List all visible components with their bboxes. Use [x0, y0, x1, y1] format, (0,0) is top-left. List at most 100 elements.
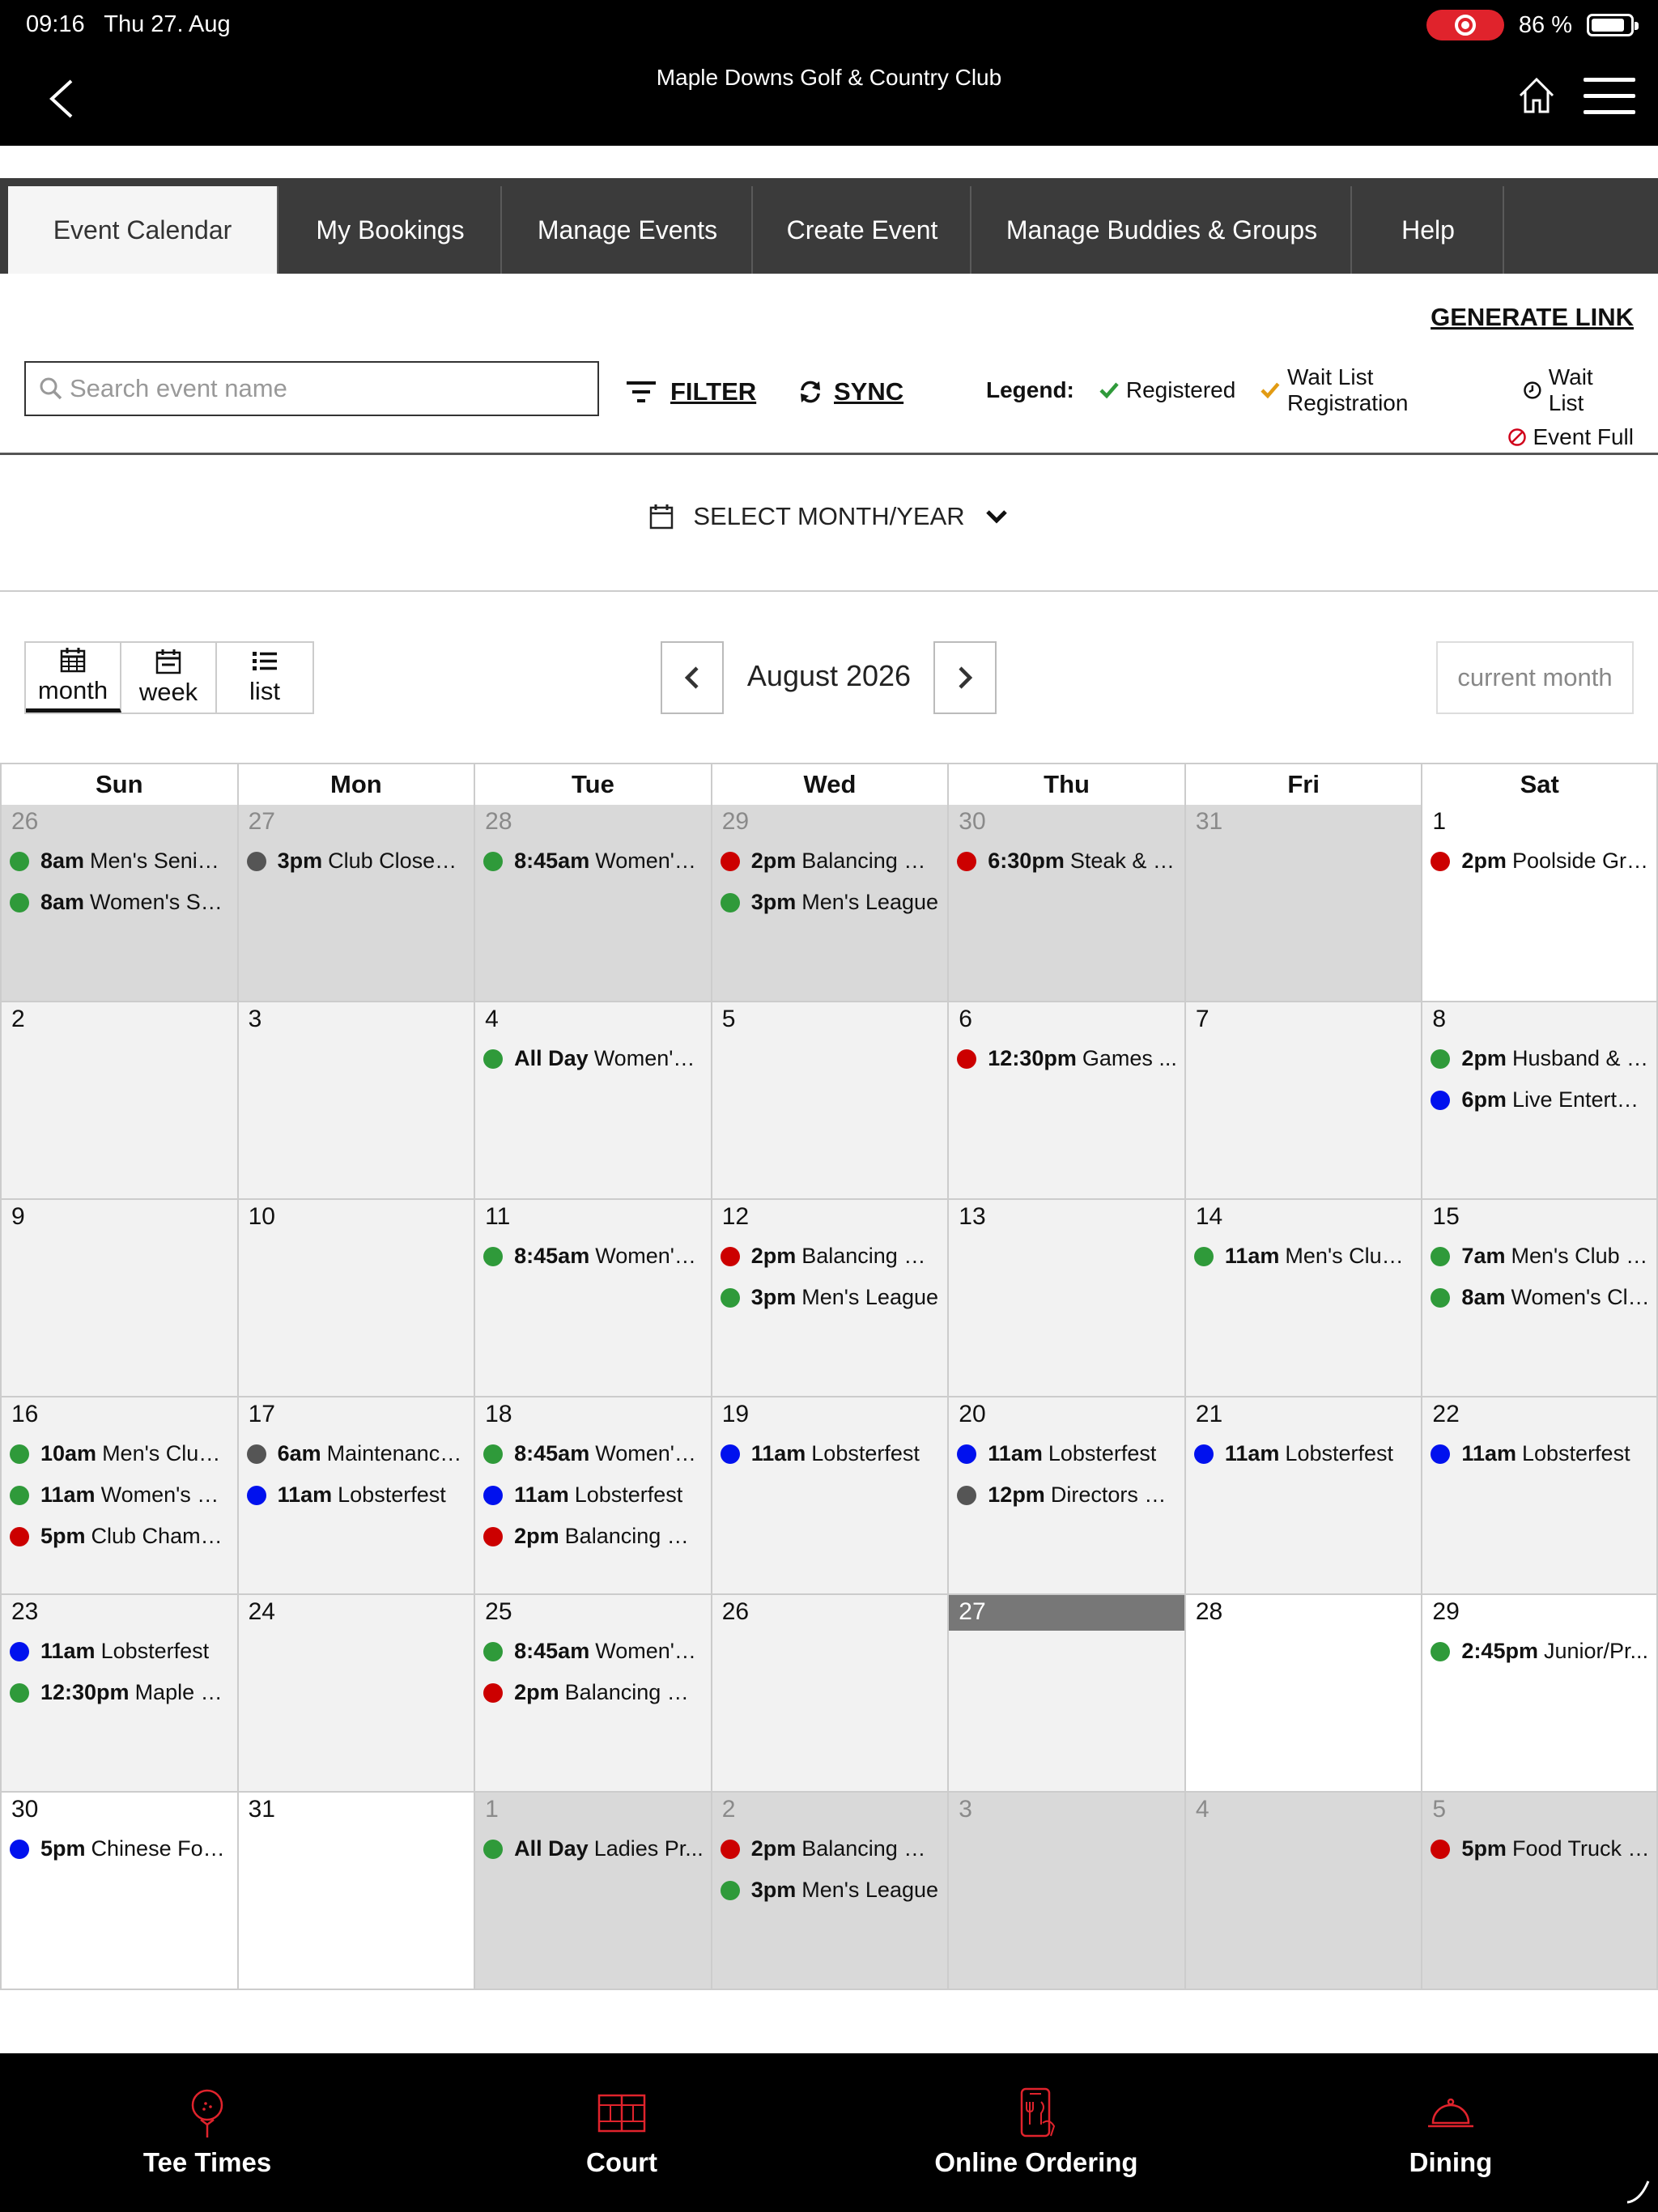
- nav-dining[interactable]: Dining: [1244, 2053, 1658, 2212]
- calendar-day-cell[interactable]: 30 5pm Chinese Food...: [0, 1793, 237, 1990]
- calendar-event[interactable]: 2pm Balancing Cl...: [712, 1828, 948, 1870]
- calendar-event[interactable]: 6am Maintenance ...: [239, 1433, 474, 1474]
- calendar-event[interactable]: 7am Men's Club C...: [1422, 1236, 1656, 1277]
- calendar-day-cell[interactable]: 7: [1184, 1002, 1422, 1200]
- calendar-day-cell[interactable]: 2: [0, 1002, 237, 1200]
- nav-court[interactable]: Court: [414, 2053, 829, 2212]
- week-view-button[interactable]: week: [121, 643, 217, 713]
- calendar-event[interactable]: 8am Women's Sen...: [2, 882, 237, 923]
- nav-online-ordering[interactable]: Online Ordering: [829, 2053, 1244, 2212]
- calendar-day-cell[interactable]: 19 11am Lobsterfest: [710, 1397, 948, 1595]
- calendar-day-cell[interactable]: 2 2pm Balancing Cl... 3pm Men's League: [710, 1793, 948, 1990]
- current-month-button[interactable]: current month: [1436, 641, 1634, 714]
- month-view-button[interactable]: month: [26, 643, 121, 713]
- calendar-day-cell[interactable]: 8 2pm Husband & W... 6pm Live Entertain...: [1421, 1002, 1658, 1200]
- calendar-day-cell[interactable]: 14 11am Men's Club ...: [1184, 1200, 1422, 1397]
- calendar-day-cell[interactable]: 31: [236, 1793, 474, 1990]
- calendar-event[interactable]: 11am Lobsterfest: [1422, 1433, 1656, 1474]
- calendar-day-cell[interactable]: 22 11am Lobsterfest: [1421, 1397, 1658, 1595]
- calendar-day-cell[interactable]: 12 2pm Balancing Cl... 3pm Men's League: [710, 1200, 948, 1397]
- calendar-day-cell[interactable]: 306:30pmSteak & Ci...: [947, 805, 1184, 1002]
- calendar-event[interactable]: 2pm Balancing Cl...: [712, 840, 948, 882]
- calendar-event[interactable]: 3pm Men's League: [712, 1277, 948, 1318]
- calendar-day-cell[interactable]: 21 11am Lobsterfest: [1184, 1397, 1422, 1595]
- sync-button[interactable]: SYNC: [798, 377, 903, 406]
- calendar-event[interactable]: 8:45am Women's ...: [475, 1236, 711, 1277]
- calendar-day-cell[interactable]: 25 8:45am Women's ... 2pm Balancing Cl...: [474, 1595, 711, 1793]
- calendar-day-cell[interactable]: 29 2pm Balancing Cl... 3pm Men's League: [710, 805, 948, 1002]
- calendar-day-cell[interactable]: 10: [236, 1200, 474, 1397]
- calendar-event[interactable]: 3pm Club Closed -...: [239, 840, 474, 882]
- calendar-event[interactable]: 8:45am Women's ...: [475, 840, 711, 882]
- hamburger-menu-icon[interactable]: [1584, 78, 1635, 117]
- tab-manage-events[interactable]: Manage Events: [504, 186, 753, 274]
- calendar-day-cell[interactable]: 4 All Day Women's ...: [474, 1002, 711, 1200]
- calendar-day-cell[interactable]: 23 11am Lobsterfest 12:30pm Maple C...: [0, 1595, 237, 1793]
- tab-my-bookings[interactable]: My Bookings: [280, 186, 502, 274]
- calendar-day-cell[interactable]: 9: [0, 1200, 237, 1397]
- calendar-event[interactable]: 11am Lobsterfest: [239, 1474, 474, 1516]
- calendar-day-cell[interactable]: 17 6am Maintenance ... 11am Lobsterfest: [236, 1397, 474, 1595]
- calendar-day-cell[interactable]: 1 All Day Ladies Pr...: [474, 1793, 711, 1990]
- tab-event-calendar[interactable]: Event Calendar: [8, 186, 278, 274]
- calendar-event[interactable]: 2pm Husband & W...: [1422, 1038, 1656, 1079]
- nav-tee-times[interactable]: Tee Times: [0, 2053, 414, 2212]
- calendar-event[interactable]: 8:45am Women's ...: [475, 1631, 711, 1672]
- calendar-day-cell[interactable]: 3: [236, 1002, 474, 1200]
- calendar-day-cell[interactable]: 11 8:45am Women's ...: [474, 1200, 711, 1397]
- calendar-event[interactable]: 12:30pm Maple C...: [2, 1672, 237, 1713]
- tab-create-event[interactable]: Create Event: [755, 186, 971, 274]
- calendar-event[interactable]: 10am Men's Club ...: [2, 1433, 237, 1474]
- resize-handle-icon[interactable]: [1621, 2175, 1653, 2207]
- calendar-day-cell[interactable]: 1 2pm Poolside Grill...: [1421, 805, 1658, 1002]
- select-month-year-dropdown[interactable]: SELECT MONTH/YEAR: [0, 502, 1658, 531]
- calendar-event[interactable]: 8am Women's Clu...: [1422, 1277, 1656, 1318]
- calendar-day-cell[interactable]: 24: [236, 1595, 474, 1793]
- calendar-event[interactable]: 11am Men's Club ...: [1186, 1236, 1422, 1277]
- calendar-event[interactable]: 5pmFood Truck Bl...: [1422, 1828, 1656, 1870]
- calendar-event[interactable]: 11am Lobsterfest: [2, 1631, 237, 1672]
- calendar-day-cell[interactable]: 6 12:30pm Games ...: [947, 1002, 1184, 1200]
- calendar-event[interactable]: 11am Lobsterfest: [712, 1433, 948, 1474]
- calendar-day-cell[interactable]: 28: [1184, 1595, 1422, 1793]
- previous-month-button[interactable]: [661, 641, 724, 714]
- calendar-event[interactable]: 11am Women's Cl...: [2, 1474, 237, 1516]
- calendar-day-cell[interactable]: 20 11am Lobsterfest 12pm Directors Day: [947, 1397, 1184, 1595]
- calendar-day-cell[interactable]: 3: [947, 1793, 1184, 1990]
- calendar-event[interactable]: 12:30pm Games ...: [949, 1038, 1184, 1079]
- calendar-event[interactable]: 2pm Balancing Cl...: [712, 1236, 948, 1277]
- calendar-event[interactable]: 3pm Men's League: [712, 882, 948, 923]
- calendar-event[interactable]: 6:30pmSteak & Ci...: [949, 840, 1184, 882]
- calendar-day-cell[interactable]: 15 7am Men's Club C... 8am Women's Clu...: [1421, 1200, 1658, 1397]
- list-view-button[interactable]: list: [217, 643, 312, 713]
- calendar-event[interactable]: 2pm Balancing Cl...: [475, 1672, 711, 1713]
- back-chevron-icon[interactable]: [42, 74, 81, 123]
- generate-link-button[interactable]: GENERATE LINK: [1431, 303, 1634, 332]
- calendar-day-cell[interactable]: 28 8:45am Women's ...: [474, 805, 711, 1002]
- calendar-day-cell[interactable]: 5: [710, 1002, 948, 1200]
- calendar-day-cell[interactable]: 5 5pmFood Truck Bl...: [1421, 1793, 1658, 1990]
- calendar-event[interactable]: 11am Lobsterfest: [1186, 1433, 1422, 1474]
- calendar-day-cell[interactable]: 16 10am Men's Club ... 11am Women's Cl... 5pm…: [0, 1397, 237, 1595]
- calendar-event[interactable]: 2pm Poolside Grill...: [1422, 840, 1656, 882]
- calendar-event[interactable]: 11am Lobsterfest: [949, 1433, 1184, 1474]
- filter-button[interactable]: FILTER: [625, 377, 756, 406]
- calendar-event[interactable]: 3pm Men's League: [712, 1870, 948, 1911]
- calendar-day-cell[interactable]: 26: [710, 1595, 948, 1793]
- calendar-day-cell[interactable]: 29 2:45pm Junior/Pr...: [1421, 1595, 1658, 1793]
- calendar-day-cell[interactable]: 13: [947, 1200, 1184, 1397]
- calendar-day-cell[interactable]: 27: [947, 1595, 1184, 1793]
- calendar-event[interactable]: 11am Lobsterfest: [475, 1474, 711, 1516]
- calendar-event[interactable]: 2pm Balancing Cl...: [475, 1516, 711, 1557]
- calendar-event[interactable]: 8am Men's Senior ...: [2, 840, 237, 882]
- calendar-event[interactable]: All Day Ladies Pr...: [475, 1828, 711, 1870]
- calendar-event[interactable]: 5pm Chinese Food...: [2, 1828, 237, 1870]
- tab-help[interactable]: Help: [1354, 186, 1504, 274]
- calendar-event[interactable]: 12pm Directors Day: [949, 1474, 1184, 1516]
- calendar-event[interactable]: 8:45am Women's ...: [475, 1433, 711, 1474]
- calendar-event[interactable]: 2:45pm Junior/Pr...: [1422, 1631, 1656, 1672]
- calendar-day-cell[interactable]: 26 8am Men's Senior ... 8am Women's Sen...: [0, 805, 237, 1002]
- home-icon[interactable]: [1516, 74, 1558, 117]
- calendar-day-cell[interactable]: 27 3pm Club Closed -...: [236, 805, 474, 1002]
- calendar-event[interactable]: All Day Women's ...: [475, 1038, 711, 1079]
